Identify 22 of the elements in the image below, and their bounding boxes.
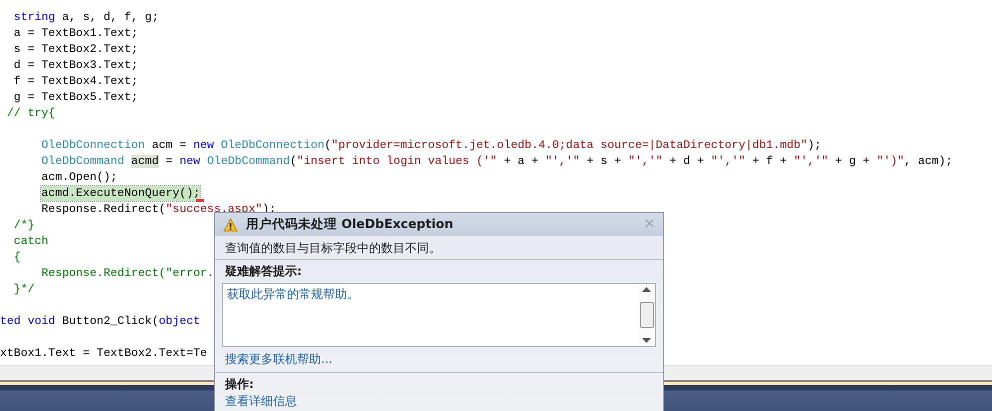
code-line: acm.Open(); (40, 170, 118, 184)
current-statement: acmd.ExecuteNonQuery(); (41, 186, 200, 200)
code-line: a = TextBox1.Text; (12, 26, 138, 40)
code-line: OleDbConnection acm = new OleDbConnection("provider=microsoft.jet.oledb.4.0;data source=|DataDirectory|db1.mdb"); (40, 138, 822, 152)
code-line: Response.Redirect("error. (40, 266, 214, 280)
error-message: 查询值的数目与目标字段中的数目不同。 (225, 241, 441, 255)
tips-heading: 疑难解答提示: (225, 264, 302, 278)
code-line: g = TextBox5.Text; (12, 90, 138, 104)
code-line: // try{ (6, 106, 56, 120)
popup-title: 用户代码未处理 OleDbException (246, 216, 454, 233)
code-line: f = TextBox4.Text; (12, 74, 138, 88)
code-line: string a, s, d, f, g; (12, 10, 159, 24)
code-line: catch (12, 234, 48, 248)
code-line: { (12, 250, 21, 264)
code-line: d = TextBox3.Text; (12, 58, 138, 72)
code-line: /*} (12, 218, 35, 232)
actions-heading: 操作: (225, 377, 254, 391)
code-line: ted void Button2_Click(object (0, 314, 200, 328)
code-line: }*/ (12, 282, 35, 296)
code-line: xtBox1.Text = TextBox2.Text=Te (0, 346, 208, 360)
code-line: OleDbCommand acmd = new OleDbCommand("insert into login values ('" + a + "','" + s + "','" + d + "','" + f + "','" + g + "')", acm); (40, 154, 952, 168)
code-line: s = TextBox2.Text; (12, 42, 138, 56)
